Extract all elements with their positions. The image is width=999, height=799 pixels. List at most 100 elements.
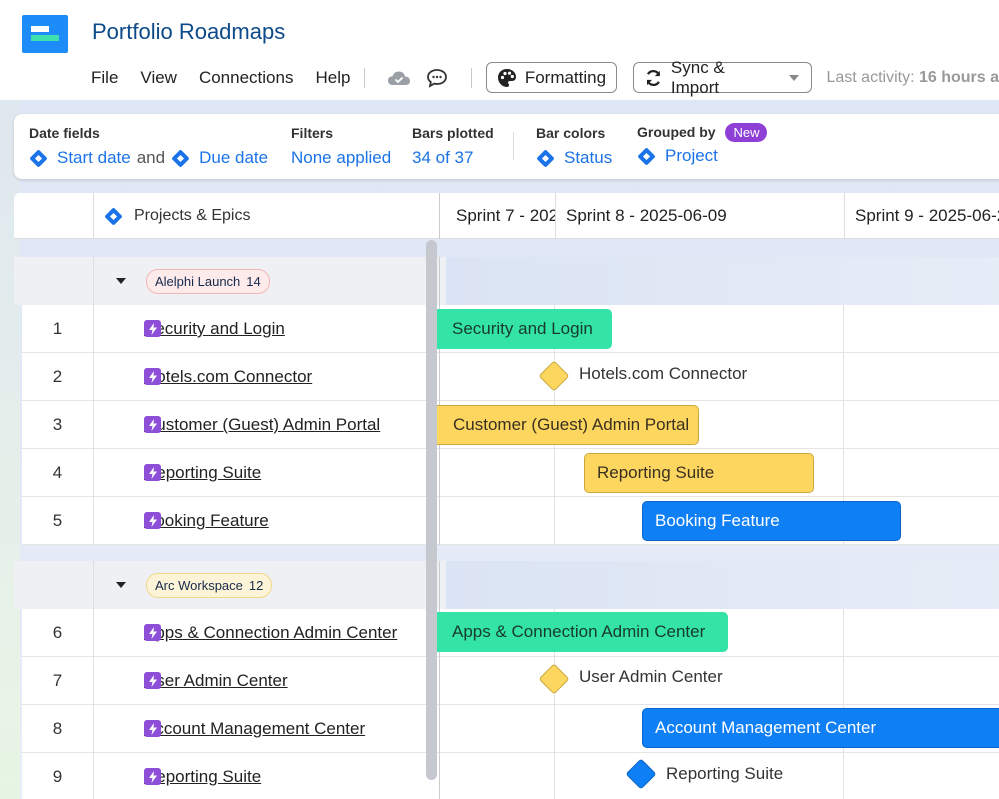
timeline-bar[interactable]: Reporting Suite [584,453,814,493]
group-name: Arc Workspace [155,577,243,593]
due-date-field[interactable]: Due date [199,148,268,168]
row-number: 5 [22,497,94,545]
row-number: 8 [22,705,94,753]
grouped-by-label: Grouped by [637,124,716,140]
date-fields-joiner: and [136,148,166,167]
timeline-bar[interactable]: Customer (Guest) Admin Portal [432,405,699,445]
epic-link[interactable]: Apps & Connection Admin Center [144,623,397,643]
epic-link[interactable]: Reporting Suite [144,463,261,483]
row-number: 6 [22,609,94,657]
bar-label: Account Management Center [655,718,877,737]
timeline-bar[interactable]: Booking Feature [642,501,901,541]
bar-label: Booking Feature [655,511,780,530]
row-number: 2 [22,353,94,401]
milestone-label: User Admin Center [579,667,723,686]
page-title: Portfolio Roadmaps [92,19,286,44]
row-number-header [14,193,94,239]
last-activity-value: 16 hours a [918,68,999,86]
menu-file[interactable]: File [91,68,118,88]
row-number: 3 [22,401,94,449]
bar-colors-label: Bar colors [536,125,606,141]
epic-link[interactable]: Hotels.com Connector [144,367,312,387]
row-number: 1 [22,305,94,353]
table-row[interactable]: 9 Reporting Suite [22,753,999,799]
app-logo [22,15,68,53]
row-number: 4 [22,449,94,497]
group-tag: Arc Workspace 12 [146,572,273,598]
timeline-bar[interactable]: Security and Login [432,309,612,349]
formatting-label: Formatting [524,67,607,87]
column-header-projects-epics[interactable]: Projects & Epics [94,193,440,239]
menu-view[interactable]: View [140,68,177,88]
epic-icon [144,368,161,385]
bar-colors-setting[interactable]: Bar colors Status [536,125,612,168]
table-row[interactable]: 4 Reporting Suite [22,449,999,497]
sync-import-button[interactable]: Sync & Import [633,58,813,97]
group-header: Alelphi Launch 14 [14,257,999,305]
group-name: Alelphi Launch [155,273,241,289]
epic-link[interactable]: User Admin Center [144,671,288,691]
filters-value[interactable]: None applied [291,148,391,168]
filters-setting[interactable]: Filters None applied [291,125,391,168]
menu-help[interactable]: Help [315,68,350,88]
caret-down-icon[interactable] [116,278,126,284]
group-count: 12 [248,577,264,593]
table-row[interactable]: 2 Hotels.com Connector [22,353,999,401]
group-toggle[interactable]: Alelphi Launch 14 [94,257,440,305]
vertical-scrollbar[interactable] [426,240,437,780]
bar-colors-value[interactable]: Status [564,148,612,168]
date-fields-label: Date fields [29,125,100,141]
timeline-bar[interactable]: Apps & Connection Admin Center [432,612,728,652]
timeline-bar[interactable]: Account Management Center [642,708,999,748]
milestone-label: Hotels.com Connector [579,364,748,383]
row-number: 9 [22,753,94,799]
group-toggle[interactable]: Arc Workspace 12 [94,561,440,609]
field-diamond-icon [171,148,190,168]
last-activity-label: Last activity: [826,68,915,86]
epic-link[interactable]: Account Management Center [144,719,365,739]
group-tag: Alelphi Launch 14 [146,268,270,294]
field-diamond-icon [104,206,123,226]
table-row[interactable]: 7 User Admin Center [22,657,999,705]
date-fields-setting[interactable]: Date fields Start date and Due date [29,125,268,168]
comment-icon[interactable] [424,66,451,90]
epic-icon [144,768,161,785]
epic-link[interactable]: Booking Feature [144,511,269,531]
epic-link[interactable]: Security and Login [144,319,285,339]
sync-import-label: Sync & Import [670,57,725,97]
bar-label: Apps & Connection Admin Center [452,622,706,641]
sync-icon [646,69,661,86]
cloud-icon[interactable] [385,66,412,90]
menu-connections[interactable]: Connections [199,68,294,88]
formatting-button[interactable]: Formatting [485,62,618,93]
filters-label: Filters [291,125,334,141]
field-diamond-icon [637,146,656,166]
bar-label: Customer (Guest) Admin Portal [453,415,690,434]
menu-bar: File View Connections Help Formatting Sy… [91,58,999,97]
bars-plotted-value[interactable]: 34 of 37 [412,148,494,168]
grouped-by-setting[interactable]: Grouped by New Project [637,123,768,166]
sprint-header-8: Sprint 8 - 2025-06-09 [556,193,845,239]
epic-icon [144,512,161,529]
grouped-by-value[interactable]: Project [665,146,718,166]
epic-link[interactable]: Customer (Guest) Admin Portal [144,415,380,435]
epic-icon [144,464,161,481]
epic-icon [144,624,161,641]
epic-icon [144,672,161,689]
group-count: 14 [246,273,261,289]
sprint-header-7: Sprint 7 - 2025-05-26 [446,193,556,239]
new-badge: New [725,123,768,142]
app-header: Portfolio Roadmaps File View Connections… [0,0,999,100]
row-number: 7 [22,657,94,705]
bar-label: Reporting Suite [597,463,715,482]
epic-link[interactable]: Reporting Suite [144,767,261,787]
grid-header: Projects & Epics Sprint 7 - 2025-05-26 S… [14,193,999,239]
start-date-field[interactable]: Start date [57,148,131,168]
sprint-gridline [843,609,844,799]
roadmap-area: Date fields Start date and Due date Filt… [0,100,999,799]
menu-divider [470,67,472,88]
field-diamond-icon [536,148,555,168]
caret-down-icon[interactable] [116,582,126,588]
bars-plotted-setting[interactable]: Bars plotted 34 of 37 [412,125,494,168]
sprint-header-9: Sprint 9 - 2025-06-23 [845,193,999,239]
